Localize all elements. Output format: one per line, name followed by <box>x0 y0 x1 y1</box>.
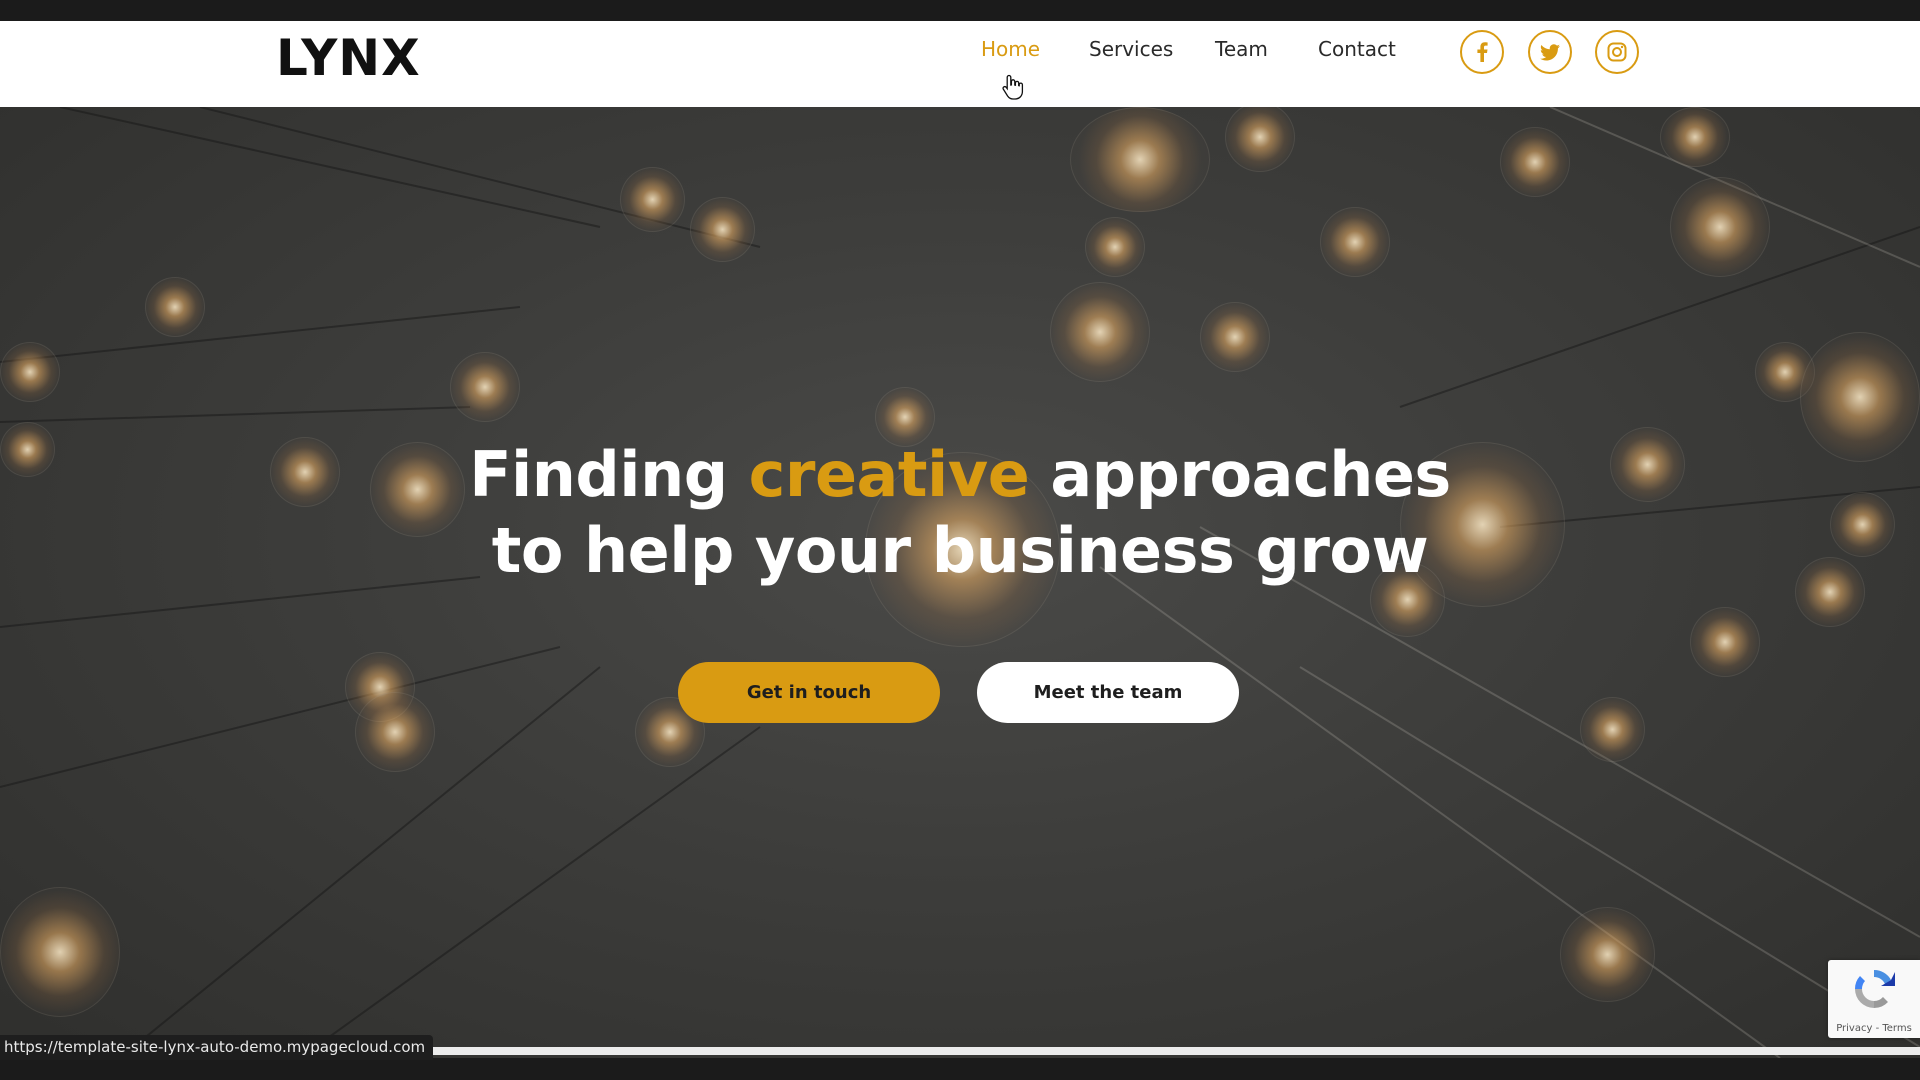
bulb-decoration <box>1560 907 1655 1002</box>
bulb-decoration <box>1050 282 1150 382</box>
headline-accent: creative <box>748 438 1030 511</box>
headline-line2: to help your business grow <box>491 514 1429 587</box>
bulb-decoration <box>1670 177 1770 277</box>
site-header: LYNX Home Services Team Contact <box>0 21 1920 107</box>
twitter-icon[interactable] <box>1528 30 1572 74</box>
meet-the-team-button[interactable]: Meet the team <box>977 662 1239 723</box>
page-bottom-strip <box>432 1047 1920 1055</box>
recaptcha-badge[interactable]: Privacy - Terms <box>1828 960 1920 1038</box>
pointer-hand-icon <box>1002 74 1024 104</box>
bulb-decoration <box>0 887 120 1017</box>
bulb-decoration <box>1070 107 1210 212</box>
get-in-touch-button[interactable]: Get in touch <box>678 662 940 723</box>
hero-section: Finding creative approaches to help your… <box>0 107 1920 1058</box>
hero-headline: Finding creative approaches to help your… <box>0 437 1920 589</box>
nav-team[interactable]: Team <box>1215 37 1268 61</box>
nav-services[interactable]: Services <box>1089 37 1173 61</box>
instagram-glyph <box>1607 42 1627 62</box>
twitter-glyph <box>1540 43 1560 60</box>
bulb-decoration <box>1500 127 1570 197</box>
bulb-decoration <box>620 167 685 232</box>
window-bottom-frame <box>0 1058 1920 1080</box>
bulb-decoration <box>1580 697 1645 762</box>
bulb-decoration <box>0 342 60 402</box>
instagram-icon[interactable] <box>1595 30 1639 74</box>
bulb-decoration <box>1320 207 1390 277</box>
bulb-decoration <box>450 352 520 422</box>
nav-home[interactable]: Home <box>981 37 1040 61</box>
site-logo[interactable]: LYNX <box>276 33 421 83</box>
recaptcha-terms[interactable]: Privacy - Terms <box>1828 1023 1920 1034</box>
facebook-icon[interactable] <box>1460 30 1504 74</box>
bulb-decoration <box>690 197 755 262</box>
facebook-glyph <box>1477 42 1488 62</box>
window-top-frame <box>0 0 1920 21</box>
headline-pre: Finding <box>469 438 749 511</box>
bulb-decoration <box>355 692 435 772</box>
bulb-decoration <box>1690 607 1760 677</box>
bulb-decoration <box>1200 302 1270 372</box>
recaptcha-icon <box>1854 969 1895 1009</box>
bulb-decoration <box>145 277 205 337</box>
bulb-decoration <box>1085 217 1145 277</box>
nav-contact[interactable]: Contact <box>1318 37 1396 61</box>
bulb-decoration <box>1660 107 1730 167</box>
link-url-status: https://template-site-lynx-auto-demo.myp… <box>0 1035 434 1060</box>
headline-post: approaches <box>1029 438 1451 511</box>
